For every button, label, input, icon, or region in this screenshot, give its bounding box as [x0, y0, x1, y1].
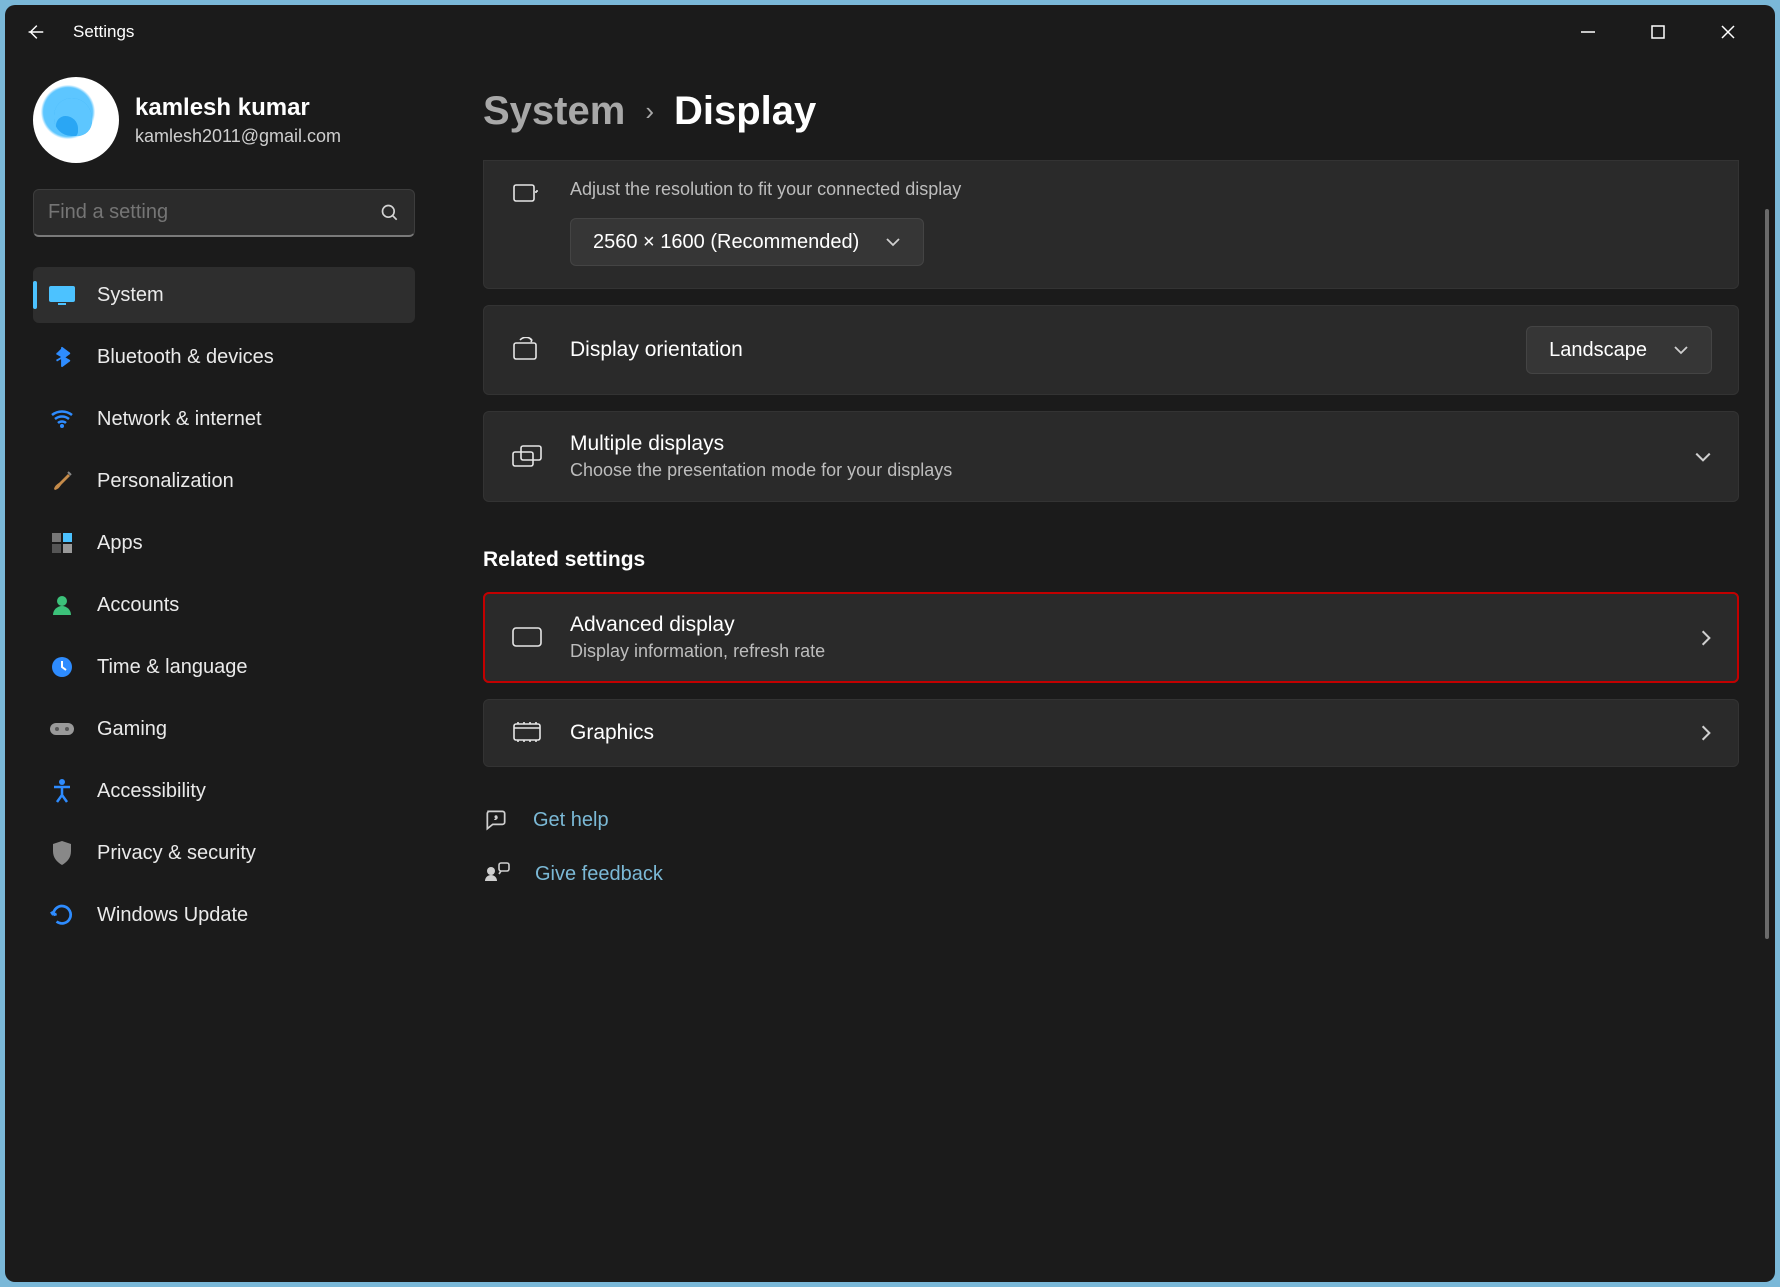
- gamepad-icon: [47, 719, 77, 739]
- help-icon: [483, 807, 509, 833]
- avatar: [33, 77, 119, 163]
- sidebar-item-system[interactable]: System: [33, 267, 415, 323]
- accessibility-icon: [47, 778, 77, 804]
- sidebar-item-gaming[interactable]: Gaming: [33, 701, 415, 757]
- settings-window: Settings kamlesh kumar kamlesh2011@gmail…: [5, 5, 1775, 1282]
- get-help-label[interactable]: Get help: [533, 809, 609, 832]
- sidebar-item-label: Apps: [97, 532, 143, 555]
- advanced-display-subtitle: Display information, refresh rate: [570, 641, 1674, 662]
- update-icon: [47, 902, 77, 928]
- panel-display-orientation[interactable]: Display orientation Landscape: [483, 305, 1739, 395]
- panel-multiple-displays[interactable]: Multiple displays Choose the presentatio…: [483, 411, 1739, 502]
- sidebar: kamlesh kumar kamlesh2011@gmail.com Syst…: [5, 59, 435, 1282]
- orientation-dropdown[interactable]: Landscape: [1526, 326, 1712, 374]
- panel-display-resolution: Adjust the resolution to fit your connec…: [483, 160, 1739, 289]
- give-feedback-link[interactable]: Give feedback: [483, 861, 1739, 887]
- sidebar-item-label: Personalization: [97, 470, 234, 493]
- back-button[interactable]: [21, 21, 49, 43]
- advanced-display-icon: [510, 626, 544, 650]
- related-settings-heading: Related settings: [483, 548, 1739, 572]
- user-email: kamlesh2011@gmail.com: [135, 126, 341, 147]
- user-name: kamlesh kumar: [135, 94, 341, 122]
- resolution-value: 2560 × 1600 (Recommended): [593, 231, 859, 254]
- sidebar-item-accessibility[interactable]: Accessibility: [33, 763, 415, 819]
- multiple-displays-title: Multiple displays: [570, 432, 1668, 456]
- sidebar-item-personalization[interactable]: Personalization: [33, 453, 415, 509]
- sidebar-item-label: System: [97, 284, 164, 307]
- brush-icon: [47, 469, 77, 493]
- multiple-displays-icon: [510, 444, 544, 470]
- sidebar-item-label: Gaming: [97, 718, 167, 741]
- panel-advanced-display[interactable]: Advanced display Display information, re…: [483, 592, 1739, 683]
- user-profile[interactable]: kamlesh kumar kamlesh2011@gmail.com: [33, 77, 415, 163]
- nav: System Bluetooth & devices Network & int…: [33, 267, 415, 943]
- feedback-icon: [483, 861, 511, 887]
- breadcrumb-parent[interactable]: System: [483, 89, 625, 134]
- give-feedback-label[interactable]: Give feedback: [535, 863, 663, 886]
- wifi-icon: [47, 409, 77, 429]
- sidebar-item-windows-update[interactable]: Windows Update: [33, 887, 415, 943]
- sidebar-item-apps[interactable]: Apps: [33, 515, 415, 571]
- sidebar-item-privacy[interactable]: Privacy & security: [33, 825, 415, 881]
- sidebar-item-label: Windows Update: [97, 904, 248, 927]
- sidebar-item-network[interactable]: Network & internet: [33, 391, 415, 447]
- sidebar-item-time-language[interactable]: Time & language: [33, 639, 415, 695]
- chevron-down-icon: [1694, 451, 1712, 463]
- advanced-display-title: Advanced display: [570, 613, 1674, 637]
- orientation-title: Display orientation: [570, 338, 1500, 362]
- breadcrumb-current: Display: [674, 89, 816, 134]
- multiple-displays-subtitle: Choose the presentation mode for your di…: [570, 460, 1668, 481]
- apps-icon: [47, 531, 77, 555]
- minimize-icon: [1580, 24, 1596, 40]
- close-icon: [1720, 24, 1736, 40]
- sidebar-item-label: Accessibility: [97, 780, 206, 803]
- display-resolution-icon: [510, 183, 544, 209]
- chevron-right-icon: ›: [645, 96, 654, 127]
- monitor-icon: [47, 285, 77, 305]
- bluetooth-icon: [47, 344, 77, 370]
- breadcrumb: System › Display: [483, 89, 1739, 134]
- chevron-down-icon: [885, 237, 901, 247]
- content: System › Display Adjust the resolution t…: [435, 59, 1775, 1282]
- maximize-button[interactable]: [1645, 19, 1671, 45]
- sidebar-item-label: Bluetooth & devices: [97, 346, 274, 369]
- get-help-link[interactable]: Get help: [483, 807, 1739, 833]
- graphics-title: Graphics: [570, 721, 1674, 745]
- shield-icon: [47, 840, 77, 866]
- minimize-button[interactable]: [1575, 19, 1601, 45]
- chevron-down-icon: [1673, 345, 1689, 355]
- resolution-dropdown[interactable]: 2560 × 1600 (Recommended): [570, 218, 924, 266]
- search-box[interactable]: [33, 189, 415, 237]
- panel-graphics[interactable]: Graphics: [483, 699, 1739, 767]
- chevron-right-icon: [1700, 724, 1712, 742]
- person-icon: [47, 593, 77, 617]
- maximize-icon: [1650, 24, 1666, 40]
- orientation-value: Landscape: [1549, 339, 1647, 362]
- back-arrow-icon: [24, 21, 46, 43]
- close-button[interactable]: [1715, 19, 1741, 45]
- scrollbar[interactable]: [1765, 209, 1769, 939]
- search-icon: [380, 203, 400, 223]
- sidebar-item-label: Accounts: [97, 594, 179, 617]
- clock-icon: [47, 655, 77, 679]
- search-input[interactable]: [48, 201, 380, 224]
- graphics-icon: [510, 720, 544, 746]
- app-title: Settings: [73, 22, 134, 42]
- sidebar-item-label: Network & internet: [97, 408, 262, 431]
- sidebar-item-label: Time & language: [97, 656, 247, 679]
- sidebar-item-bluetooth[interactable]: Bluetooth & devices: [33, 329, 415, 385]
- orientation-icon: [510, 337, 544, 363]
- sidebar-item-accounts[interactable]: Accounts: [33, 577, 415, 633]
- resolution-subtitle: Adjust the resolution to fit your connec…: [570, 179, 1712, 200]
- chevron-right-icon: [1700, 629, 1712, 647]
- sidebar-item-label: Privacy & security: [97, 842, 256, 865]
- titlebar: Settings: [5, 5, 1775, 59]
